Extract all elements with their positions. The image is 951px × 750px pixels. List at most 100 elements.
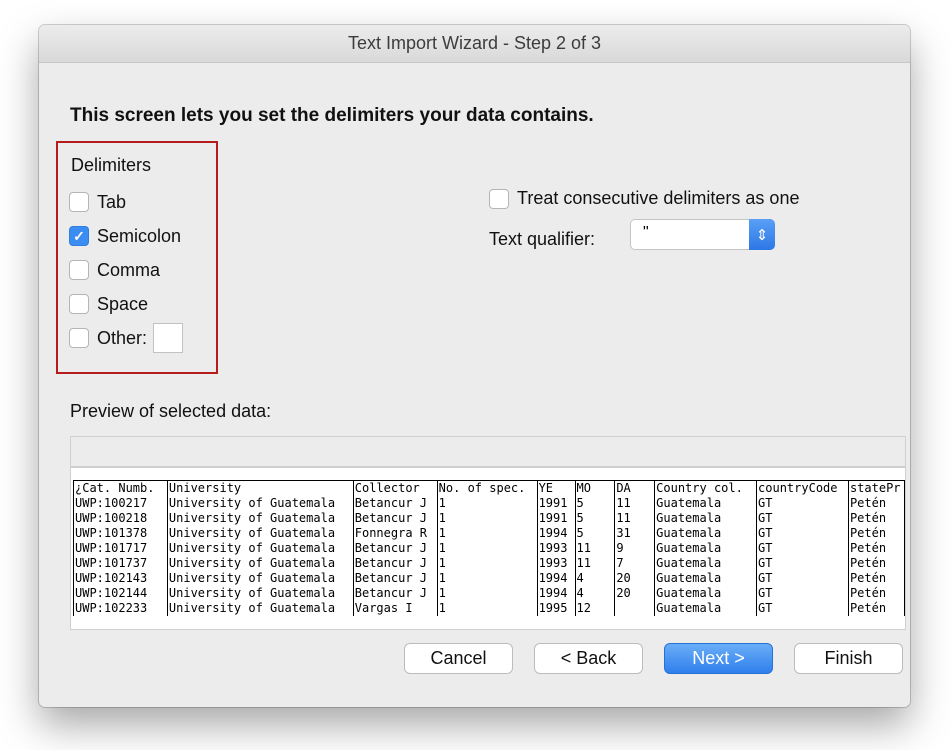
table-cell: Guatemala <box>654 601 758 616</box>
consecutive-delimiters-checkbox[interactable] <box>489 188 509 209</box>
semicolon-option[interactable]: ✓ Semicolon <box>69 225 181 247</box>
table-cell: Betancur J <box>352 511 438 526</box>
table-cell: Betancur J <box>352 571 438 586</box>
comma-option[interactable]: Comma <box>69 259 160 281</box>
table-cell: Collector <box>352 480 438 496</box>
table-cell: Guatemala <box>654 556 758 571</box>
consecutive-delimiters-option[interactable]: Treat consecutive delimiters as one <box>489 188 799 209</box>
preview-table: ¿Cat. Numb. University Collector No. of spe… <box>73 480 905 616</box>
table-cell: 1 <box>436 556 538 571</box>
table-cell: 5 <box>574 496 616 511</box>
table-cell: 4 <box>574 586 616 601</box>
table-cell: 1993 <box>536 556 576 571</box>
comma-label: Comma <box>97 259 161 280</box>
table-row: UWP:100218 University of Guatemala Betancu… <box>73 511 905 526</box>
window-title: Text Import Wizard - Step 2 of 3 <box>39 25 910 63</box>
other-checkbox[interactable] <box>69 328 89 348</box>
table-cell: Petén <box>847 571 905 586</box>
table-cell: 5 <box>574 511 616 526</box>
table-cell: 7 <box>614 556 656 571</box>
text-qualifier-value: " <box>643 224 649 241</box>
table-cell: GT <box>756 511 849 526</box>
table-cell: Petén <box>847 511 905 526</box>
preview-header-bar <box>70 436 906 467</box>
table-row: UWP:101717 University of Guatemala Betancu… <box>73 541 905 556</box>
table-cell: University of Guatemala <box>166 556 354 571</box>
other-delimiter-field[interactable] <box>153 323 184 353</box>
text-qualifier-select[interactable]: " ⇕ <box>630 219 775 250</box>
table-cell: UWP:101737 <box>73 556 168 571</box>
table-cell: Guatemala <box>654 526 758 541</box>
comma-checkbox[interactable] <box>69 260 89 280</box>
table-cell: 1 <box>436 586 538 601</box>
data-preview[interactable]: ¿Cat. Numb. University Collector No. of spe… <box>70 467 906 630</box>
table-cell: Vargas I <box>352 601 438 616</box>
preview-label: Preview of selected data: <box>70 401 272 421</box>
table-row: UWP:100217 University of Guatemala Betancu… <box>73 496 905 511</box>
table-cell: UWP:102233 <box>73 601 168 616</box>
up-down-chevron-icon: ⇕ <box>749 219 775 250</box>
table-cell: Betancur J <box>352 496 438 511</box>
table-cell: Guatemala <box>654 511 758 526</box>
table-cell: GT <box>756 586 849 601</box>
table-cell: 11 <box>574 541 616 556</box>
table-cell: Petén <box>847 556 905 571</box>
table-cell: Betancur J <box>352 541 438 556</box>
table-cell: 1994 <box>536 526 576 541</box>
back-button[interactable]: < Back <box>534 643 643 674</box>
table-cell: Petén <box>847 586 905 601</box>
delimiters-title: Delimiters <box>71 155 152 175</box>
table-cell: 1 <box>436 511 538 526</box>
table-cell: No. of spec. <box>436 480 538 496</box>
table-cell: GT <box>756 496 849 511</box>
table-cell: UWP:100218 <box>73 511 168 526</box>
tab-checkbox[interactable] <box>69 192 89 212</box>
next-button[interactable]: Next > <box>664 643 773 674</box>
table-cell <box>614 601 656 616</box>
finish-button[interactable]: Finish <box>794 643 903 674</box>
table-cell: Petén <box>847 541 905 556</box>
table-cell: UWP:102144 <box>73 586 168 601</box>
delimiters-group: Delimiters Tab ✓ Semicolon Comma Space O… <box>56 141 218 374</box>
table-cell: 1994 <box>536 571 576 586</box>
other-label: Other: <box>97 327 148 348</box>
table-cell: Betancur J <box>352 556 438 571</box>
table-cell: 20 <box>614 586 656 601</box>
table-cell: Guatemala <box>654 586 758 601</box>
table-cell: UWP:100217 <box>73 496 168 511</box>
table-cell: Fonnegra R <box>352 526 438 541</box>
table-cell: 1991 <box>536 496 576 511</box>
table-cell: GT <box>756 541 849 556</box>
table-cell: GT <box>756 571 849 586</box>
table-cell: Petén <box>847 526 905 541</box>
table-cell: 5 <box>574 526 616 541</box>
text-import-wizard-dialog: Text Import Wizard - Step 2 of 3 This sc… <box>39 25 910 707</box>
table-cell: University of Guatemala <box>166 541 354 556</box>
table-cell: countryCode <box>756 480 849 496</box>
table-cell: 1 <box>436 496 538 511</box>
table-cell: 1995 <box>536 601 576 616</box>
other-option: Other: <box>69 323 184 353</box>
table-cell: Petén <box>847 496 905 511</box>
space-checkbox[interactable] <box>69 294 89 314</box>
space-option[interactable]: Space <box>69 293 148 315</box>
tab-label: Tab <box>97 191 127 212</box>
table-cell: 1 <box>436 541 538 556</box>
text-qualifier-label: Text qualifier: <box>489 229 596 249</box>
table-cell: Betancur J <box>352 586 438 601</box>
semicolon-checkbox[interactable]: ✓ <box>69 226 89 246</box>
table-cell: University of Guatemala <box>166 526 354 541</box>
table-cell: University of Guatemala <box>166 496 354 511</box>
table-cell: Petén <box>847 601 905 616</box>
table-cell: UWP:101717 <box>73 541 168 556</box>
instruction-heading: This screen lets you set the delimiters … <box>70 105 594 126</box>
table-cell: 9 <box>614 541 656 556</box>
cancel-button[interactable]: Cancel <box>404 643 513 674</box>
table-cell: GT <box>756 556 849 571</box>
table-cell: University of Guatemala <box>166 511 354 526</box>
table-cell: YE <box>536 480 576 496</box>
table-row: UWP:102144 University of Guatemala Betancu… <box>73 586 905 601</box>
tab-option[interactable]: Tab <box>69 191 126 213</box>
table-cell: UWP:101378 <box>73 526 168 541</box>
table-cell: Guatemala <box>654 571 758 586</box>
